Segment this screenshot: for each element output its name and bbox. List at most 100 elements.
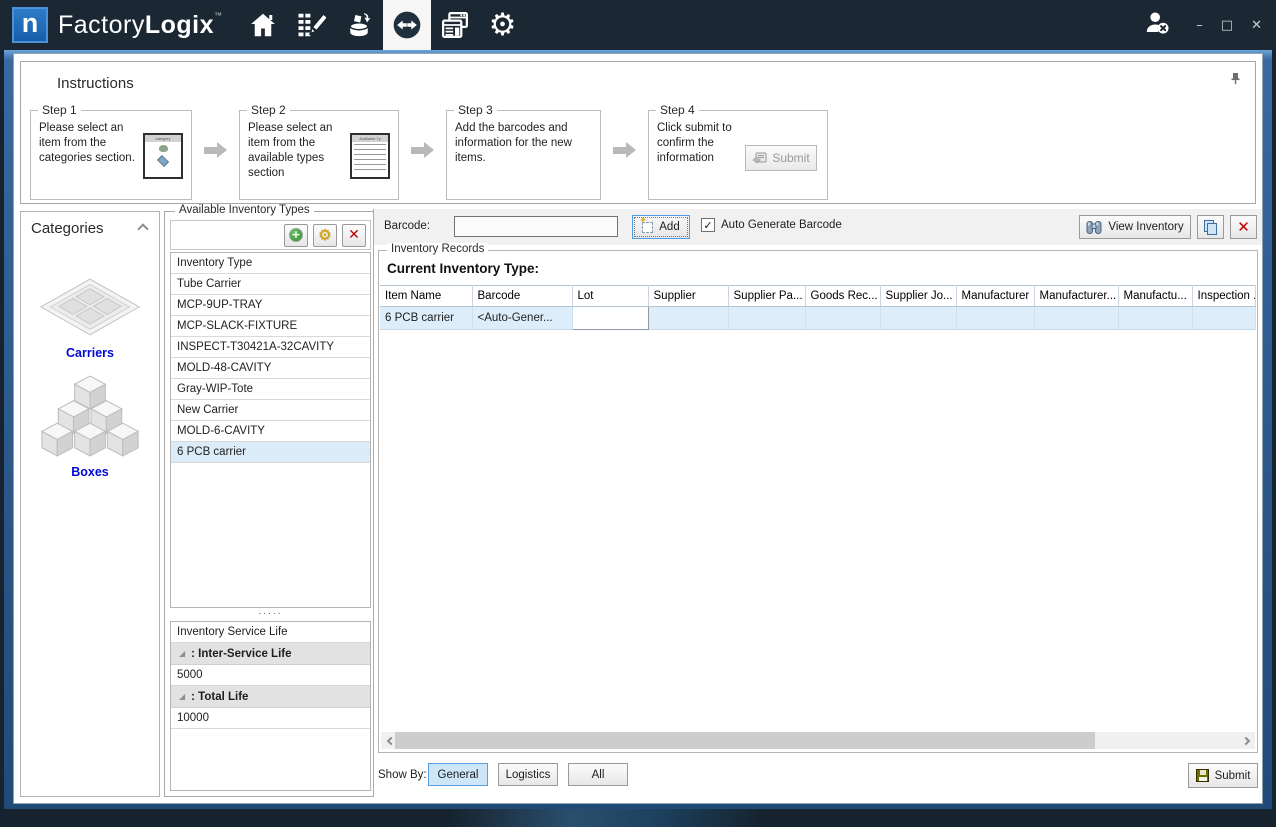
mini-carriers-icon (159, 145, 168, 152)
group-row-total-life[interactable]: ◢: Total Life (171, 686, 370, 708)
scroll-right-arrow[interactable] (1238, 732, 1255, 749)
column-header[interactable]: Supplier (648, 286, 728, 307)
column-header[interactable]: Manufacturer... (1034, 286, 1118, 307)
column-header[interactable]: Supplier Jo... (880, 286, 956, 307)
close-button[interactable]: ✕ (1251, 19, 1262, 32)
main-footer: Show By: General Logistics All Submit (378, 763, 1258, 789)
list-item[interactable]: INSPECT-T30421A-32CAVITY (171, 337, 370, 358)
service-life-header[interactable]: Inventory Service Life (171, 622, 370, 643)
step-3-text: Add the barcodes and information for the… (455, 121, 592, 166)
carriers-tray-icon (38, 277, 142, 339)
add-button[interactable]: Add (632, 215, 690, 239)
copy-icon (1204, 220, 1217, 235)
app-window: n FactoryLogix™ (0, 0, 1276, 827)
content-area: Instructions Step 1 Please select an ite… (13, 53, 1263, 804)
delete-x-icon: ✕ (1237, 220, 1250, 235)
column-header[interactable]: Supplier Pa... (728, 286, 805, 307)
group-collapse-icon: ◢ (179, 692, 185, 701)
list-item[interactable]: MCP-SLACK-FIXTURE (171, 316, 370, 337)
toolbar-actions: View Inventory ✕ (1079, 215, 1257, 239)
list-item[interactable]: Tube Carrier (171, 274, 370, 295)
column-header[interactable]: Manufacturer (956, 286, 1034, 307)
step-1-thumbnail: category (143, 133, 183, 179)
available-types-legend: Available Inventory Types (175, 204, 314, 216)
categories-panel: Categories Carriers (20, 211, 160, 797)
step-4-text: Click submit to confirm the information (657, 121, 741, 166)
barcode-input[interactable] (454, 216, 618, 237)
cell-item-name[interactable]: 6 PCB carrier (380, 307, 472, 330)
arrow-icon (613, 142, 636, 158)
app-title: FactoryLogix™ (58, 11, 223, 40)
nav-warehouse-transfer-icon[interactable] (383, 0, 431, 50)
service-life-panel: Inventory Service Life ◢: Inter-Service … (170, 621, 371, 791)
nav-settings-gear-icon[interactable]: ⚙ (479, 0, 527, 50)
step-2-thumbnail: Available Ty (350, 133, 390, 179)
grid-header-row: Item Name Barcode Lot Supplier Supplier … (380, 286, 1256, 307)
scrollbar-thumb[interactable] (395, 732, 1095, 749)
list-item[interactable]: Gray-WIP-Tote (171, 379, 370, 400)
instructions-title: Instructions (57, 75, 134, 92)
step-1-text: Please select an item from the categorie… (39, 121, 137, 166)
edit-type-button[interactable]: ⚙ (313, 224, 337, 247)
category-item-boxes[interactable]: Boxes (21, 374, 159, 479)
delete-record-button[interactable]: ✕ (1230, 215, 1257, 239)
column-header[interactable]: Item Name (380, 286, 472, 307)
binoculars-icon (1086, 220, 1102, 235)
list-item[interactable]: New Carrier (171, 400, 370, 421)
step-2-text: Please select an item from the available… (248, 121, 346, 181)
total-life-value[interactable]: 10000 (171, 708, 370, 729)
auto-generate-checkbox[interactable]: ✓ Auto Generate Barcode (701, 218, 842, 232)
horizontal-scrollbar (381, 732, 1255, 749)
main-panel: Barcode: Add ✓ Auto Generate Barcode Vie… (373, 209, 1262, 797)
user-logout-icon[interactable] (1144, 11, 1170, 40)
step-1-label: Step 1 (38, 103, 81, 117)
splitter-handle[interactable]: ..... (170, 608, 371, 621)
step-2-label: Step 2 (247, 103, 290, 117)
category-item-carriers[interactable]: Carriers (21, 277, 159, 360)
column-header[interactable]: Barcode (472, 286, 572, 307)
nav-production-stack-icon[interactable] (335, 0, 383, 50)
column-header[interactable]: Goods Rec... (805, 286, 880, 307)
edit-gear-icon: ⚙ (318, 228, 331, 243)
available-types-panel: Available Inventory Types + ⚙ ✕ Inventor… (164, 211, 377, 797)
filter-logistics-button[interactable]: Logistics (498, 763, 558, 786)
filter-all-button[interactable]: All (568, 763, 628, 786)
app-logo: n (12, 7, 48, 43)
list-item-selected[interactable]: 6 PCB carrier (171, 442, 370, 463)
minimize-button[interactable]: – (1196, 19, 1203, 32)
submit-button[interactable]: Submit (1188, 763, 1258, 788)
group-row-inter-service-life[interactable]: ◢: Inter-Service Life (171, 643, 370, 665)
types-column-header[interactable]: Inventory Type (171, 253, 370, 274)
show-by-label: Show By: (378, 769, 427, 781)
column-header[interactable]: Manufactu... (1118, 286, 1192, 307)
collapse-chevron-icon[interactable] (137, 223, 148, 234)
step-submit-button[interactable]: Submit (745, 145, 817, 171)
nav-home-icon[interactable] (239, 0, 287, 50)
add-type-button[interactable]: + (284, 224, 308, 247)
nav-plan-grid-pencil-icon[interactable] (287, 0, 335, 50)
step-1-box: Step 1 Please select an item from the ca… (30, 110, 192, 200)
column-header[interactable]: Lot (572, 286, 648, 307)
column-header[interactable]: Inspection ... (1192, 286, 1256, 307)
filter-general-button[interactable]: General (428, 763, 488, 786)
show-by-filters: General Logistics All (428, 763, 628, 786)
pin-icon[interactable] (1230, 72, 1241, 88)
types-toolbar: + ⚙ ✕ (170, 220, 371, 250)
barcode-toolbar: Barcode: Add ✓ Auto Generate Barcode Vie… (374, 209, 1262, 245)
maximize-button[interactable]: □ (1221, 19, 1233, 32)
copy-button[interactable] (1197, 215, 1224, 239)
step-2-box: Step 2 Please select an item from the av… (239, 110, 399, 200)
cell-barcode[interactable]: <Auto-Gener... (472, 307, 572, 330)
cell-lot-editor[interactable] (572, 307, 648, 330)
new-item-icon (642, 222, 653, 233)
view-inventory-button[interactable]: View Inventory (1079, 215, 1191, 239)
inter-service-life-value[interactable]: 5000 (171, 665, 370, 686)
step-3-label: Step 3 (454, 103, 497, 117)
step-4-box: Step 4 Click submit to confirm the infor… (648, 110, 828, 200)
delete-type-button[interactable]: ✕ (342, 224, 366, 247)
table-row: 6 PCB carrier <Auto-Gener... (380, 307, 1256, 330)
list-item[interactable]: MCP-9UP-TRAY (171, 295, 370, 316)
list-item[interactable]: MOLD-48-CAVITY (171, 358, 370, 379)
list-item[interactable]: MOLD-6-CAVITY (171, 421, 370, 442)
nav-reports-windows-icon[interactable] (431, 0, 479, 50)
